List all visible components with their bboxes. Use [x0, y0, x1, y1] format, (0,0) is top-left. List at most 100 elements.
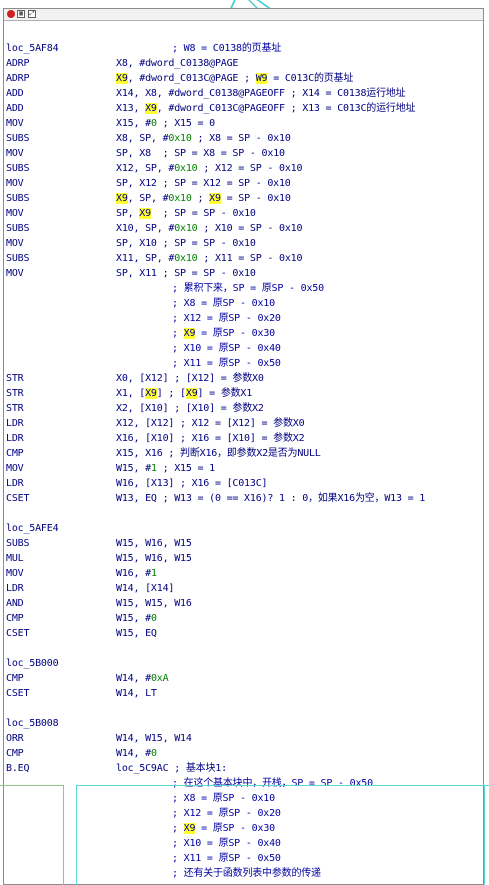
- mnemonic[interactable]: CMP: [6, 671, 24, 686]
- operands[interactable]: W13, EQ ; W13 = (0 == X16)? 1 : 0，如果X16为…: [116, 491, 425, 506]
- operands[interactable]: W14, LT: [116, 686, 157, 701]
- graph-node-block[interactable]: ▦ ⤢ loc_5AF84 ; W8 = C0138的页基址 ADRP X8, #dw…: [3, 8, 484, 885]
- mnemonic[interactable]: STR: [6, 371, 24, 386]
- operands[interactable]: SP, X11 ; SP = SP - 0x10: [116, 266, 256, 281]
- operands[interactable]: X9, SP, #0x10 ; X9 = SP - 0x10: [116, 191, 291, 206]
- code-label-line[interactable]: loc_5B000: [6, 656, 483, 671]
- operands[interactable]: X9, #dword_C013C@PAGE ; W9 = C013C的页基址: [116, 71, 353, 86]
- operands[interactable]: W14, #0: [116, 746, 157, 761]
- operands[interactable]: SP, X10 ; SP = SP - 0x10: [116, 236, 256, 251]
- comment-line[interactable]: ; X8 = 原SP - 0x10: [6, 791, 483, 806]
- operands[interactable]: W14, [X14]: [116, 581, 174, 596]
- instruction-line[interactable]: CMP W14, #0: [6, 746, 483, 761]
- instruction-line[interactable]: CSET W14, LT: [6, 686, 483, 701]
- mnemonic[interactable]: SUBS: [6, 161, 29, 176]
- instruction-line[interactable]: MOV X15, #0 ; X15 = 0: [6, 116, 483, 131]
- mnemonic[interactable]: SUBS: [6, 131, 29, 146]
- mnemonic[interactable]: CMP: [6, 446, 24, 461]
- operands[interactable]: X12, [X12] ; X12 = [X12] = 参数X0: [116, 416, 305, 431]
- mnemonic[interactable]: ADD: [6, 86, 24, 101]
- mnemonic[interactable]: ORR: [6, 731, 24, 746]
- code-label[interactable]: loc_5B000: [6, 656, 59, 671]
- operands[interactable]: X15, #0 ; X15 = 0: [116, 116, 215, 131]
- comment-line[interactable]: ; X10 = 原SP - 0x40: [6, 341, 483, 356]
- mnemonic[interactable]: CSET: [6, 686, 29, 701]
- instruction-line[interactable]: CMP W15, #0: [6, 611, 483, 626]
- disassembly-listing[interactable]: loc_5AF84 ; W8 = C0138的页基址 ADRP X8, #dword_…: [6, 41, 483, 881]
- instruction-line[interactable]: SUBS X10, SP, #0x10 ; X10 = SP - 0x10: [6, 221, 483, 236]
- operands[interactable]: W15, W15, W16: [116, 596, 192, 611]
- instruction-line[interactable]: MOV SP, X12 ; SP = X12 = SP - 0x10: [6, 176, 483, 191]
- instruction-line[interactable]: MOV SP, X8 ; SP = X8 = SP - 0x10: [6, 146, 483, 161]
- node-titlebar[interactable]: ▦ ⤢: [4, 9, 483, 21]
- instruction-line[interactable]: MOV SP, X9 ; SP = SP - 0x10: [6, 206, 483, 221]
- mnemonic[interactable]: SUBS: [6, 251, 29, 266]
- operands[interactable]: X0, [X12] ; [X12] = 参数X0: [116, 371, 264, 386]
- instruction-line[interactable]: SUBS W15, W16, W15: [6, 536, 483, 551]
- mnemonic[interactable]: ADRP: [6, 71, 29, 86]
- code-label-line[interactable]: loc_5AFE4: [6, 521, 483, 536]
- instruction-line[interactable]: ADD X13, X9, #dword_C013C@PAGEOFF ; X13 =…: [6, 101, 483, 116]
- operands[interactable]: W14, W15, W14: [116, 731, 192, 746]
- instruction-line[interactable]: MOV SP, X11 ; SP = SP - 0x10: [6, 266, 483, 281]
- comment-line[interactable]: ; X9 = 原SP - 0x30: [6, 326, 483, 341]
- mnemonic[interactable]: SUBS: [6, 191, 29, 206]
- instruction-line[interactable]: STR X0, [X12] ; [X12] = 参数X0: [6, 371, 483, 386]
- color-icon[interactable]: [7, 10, 15, 18]
- mnemonic[interactable]: MOV: [6, 461, 24, 476]
- operands[interactable]: W15, #0: [116, 611, 157, 626]
- mnemonic[interactable]: CSET: [6, 626, 29, 641]
- mnemonic[interactable]: MOV: [6, 146, 24, 161]
- mnemonic[interactable]: LDR: [6, 476, 24, 491]
- comment-line[interactable]: ; 在这个基本块中，开栈，SP = SP - 0x50: [6, 776, 483, 791]
- mnemonic[interactable]: MOV: [6, 116, 24, 131]
- instruction-line[interactable]: LDR W14, [X14]: [6, 581, 483, 596]
- mnemonic[interactable]: ADRP: [6, 56, 29, 71]
- operands[interactable]: X15, X16 ; 判断X16，即参数X2是否为NULL: [116, 446, 321, 461]
- instruction-line[interactable]: ADRP X8, #dword_C0138@PAGE: [6, 56, 483, 71]
- instruction-line[interactable]: LDR X12, [X12] ; X12 = [X12] = 参数X0: [6, 416, 483, 431]
- operands[interactable]: SP, X9 ; SP = SP - 0x10: [116, 206, 256, 221]
- operands[interactable]: X16, [X10] ; X16 = [X10] = 参数X2: [116, 431, 305, 446]
- operands[interactable]: W15, W16, W15: [116, 536, 192, 551]
- instruction-line[interactable]: SUBS X8, SP, #0x10 ; X8 = SP - 0x10: [6, 131, 483, 146]
- instruction-line[interactable]: ADRP X9, #dword_C013C@PAGE ; W9 = C013C的页…: [6, 71, 483, 86]
- operands[interactable]: W16, [X13] ; X16 = [C013C]: [116, 476, 268, 491]
- operands[interactable]: X8, #dword_C0138@PAGE: [116, 56, 238, 71]
- mnemonic[interactable]: B.EQ: [6, 761, 29, 776]
- comment-line[interactable]: ; X10 = 原SP - 0x40: [6, 836, 483, 851]
- operands[interactable]: W16, #1: [116, 566, 157, 581]
- instruction-line[interactable]: ORR W14, W15, W14: [6, 731, 483, 746]
- mnemonic[interactable]: SUBS: [6, 221, 29, 236]
- operands[interactable]: X11, SP, #0x10 ; X11 = SP - 0x10: [116, 251, 302, 266]
- mnemonic[interactable]: ADD: [6, 101, 24, 116]
- operands[interactable]: W15, #1 ; X15 = 1: [116, 461, 215, 476]
- mnemonic[interactable]: AND: [6, 596, 24, 611]
- operands[interactable]: X14, X8, #dword_C0138@PAGEOFF ; X14 = C0…: [116, 86, 406, 101]
- mnemonic[interactable]: CMP: [6, 611, 24, 626]
- code-label[interactable]: loc_5AFE4: [6, 521, 59, 536]
- mnemonic[interactable]: MOV: [6, 236, 24, 251]
- instruction-line[interactable]: MOV W15, #1 ; X15 = 1: [6, 461, 483, 476]
- mnemonic[interactable]: MUL: [6, 551, 24, 566]
- instruction-line[interactable]: CSET W15, EQ: [6, 626, 483, 641]
- mnemonic[interactable]: STR: [6, 401, 24, 416]
- code-label[interactable]: loc_5AF84: [6, 41, 59, 56]
- zoom-icon[interactable]: ⤢: [28, 10, 36, 18]
- mnemonic[interactable]: SUBS: [6, 536, 29, 551]
- instruction-line[interactable]: MOV W16, #1: [6, 566, 483, 581]
- comment-line[interactable]: ; X8 = 原SP - 0x10: [6, 296, 483, 311]
- instruction-line[interactable]: ADD X14, X8, #dword_C0138@PAGEOFF ; X14 =…: [6, 86, 483, 101]
- operands[interactable]: SP, X12 ; SP = X12 = SP - 0x10: [116, 176, 291, 191]
- mnemonic[interactable]: MOV: [6, 266, 24, 281]
- instruction-line[interactable]: AND W15, W15, W16: [6, 596, 483, 611]
- comment-line[interactable]: ; X11 = 原SP - 0x50: [6, 356, 483, 371]
- mnemonic[interactable]: LDR: [6, 416, 24, 431]
- instruction-line[interactable]: LDR W16, [X13] ; X16 = [C013C]: [6, 476, 483, 491]
- operands[interactable]: W15, W16, W15: [116, 551, 192, 566]
- operands[interactable]: X13, X9, #dword_C013C@PAGEOFF ; X13 = C0…: [116, 101, 416, 116]
- comment-line[interactable]: ; X12 = 原SP - 0x20: [6, 311, 483, 326]
- operands[interactable]: W15, EQ: [116, 626, 157, 641]
- instruction-line[interactable]: SUBS X11, SP, #0x10 ; X11 = SP - 0x10: [6, 251, 483, 266]
- operands[interactable]: loc_5C9AC ; 基本块1:: [116, 761, 227, 776]
